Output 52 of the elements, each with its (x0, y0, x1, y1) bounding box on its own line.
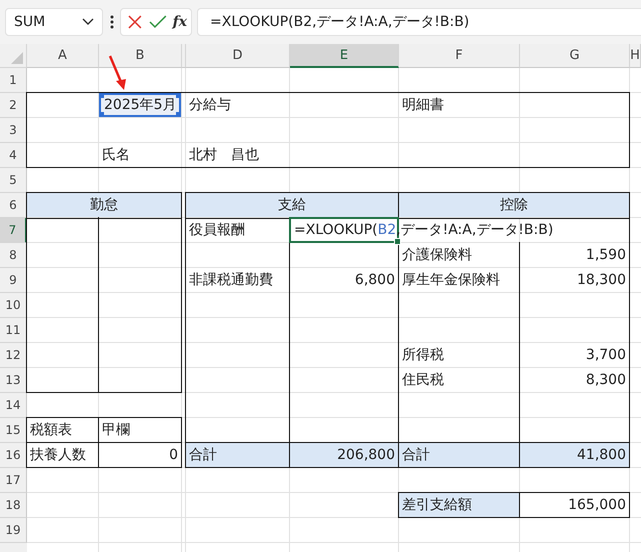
table-cell-text: 明細書 (401, 96, 445, 115)
table-cell-text: 18,300 (576, 271, 627, 290)
cancel-icon[interactable] (127, 14, 143, 30)
table-cell-text: 北村 昌也 (188, 146, 260, 165)
column-header[interactable]: G (520, 44, 630, 68)
table-cell-text: 165,000 (567, 496, 627, 515)
column-header[interactable]: D (186, 44, 290, 68)
table-cell-text: 8,300 (584, 371, 627, 390)
table-cell: 合計 (399, 443, 519, 467)
column-header[interactable]: A (27, 44, 99, 68)
more-icon[interactable] (110, 15, 114, 29)
table-cell-text: 非課税通勤費 (188, 271, 274, 290)
cell-editor[interactable]: =XLOOKUP(B2,データ!A:A,データ!B:B) (290, 218, 640, 242)
table-cell-text: 役員報酬 (188, 221, 246, 240)
table-cell-text: 税額表 (29, 421, 73, 440)
table-cell[interactable]: 2025年5月 (99, 93, 181, 117)
table-cell: 控除 (399, 193, 629, 217)
table-cell-text: 所得税 (401, 346, 445, 365)
table-cell-text: 氏名 (101, 146, 131, 165)
row-header[interactable]: 7 (0, 218, 27, 243)
row-header[interactable]: 19 (0, 518, 27, 543)
table-cell-text: 3,700 (584, 346, 627, 365)
table-cell: 合計 (186, 443, 289, 467)
table-cell: 支給 (186, 193, 398, 217)
chevron-down-icon[interactable] (82, 18, 94, 26)
table-cell: 差引支給額 (399, 493, 519, 517)
arrow (108, 55, 128, 91)
table-cell-text: 住民税 (401, 371, 445, 390)
table-cell-text: 甲欄 (101, 421, 131, 440)
table-cell: 206,800 (290, 443, 398, 467)
row-header[interactable]: 17 (0, 468, 27, 493)
row-header[interactable]: 5 (0, 168, 27, 193)
row-header[interactable]: 18 (0, 493, 27, 518)
table-cell-text: 6,800 (354, 271, 396, 290)
formula-field[interactable]: =XLOOKUP(B2,データ!A:A,データ!B:B) (197, 8, 641, 36)
table-cell-text: 分給与 (188, 96, 232, 115)
name-box[interactable]: SUM (5, 8, 103, 36)
table-cell: 41,800 (520, 443, 629, 467)
column-header[interactable]: H (630, 44, 641, 68)
column-header[interactable]: B (99, 44, 182, 68)
table-cell-text: 扶養人数 (29, 446, 87, 465)
table-cell-text: 介護保険料 (401, 246, 473, 265)
check-icon[interactable] (148, 14, 167, 30)
row-header[interactable]: 1 (0, 68, 27, 93)
row-header[interactable]: 14 (0, 393, 27, 418)
table-cell: 勤怠 (27, 193, 181, 217)
table-cell-text: 1,590 (584, 246, 627, 265)
table-cell-text: 厚生年金保険料 (401, 271, 501, 290)
column-header[interactable]: F (399, 44, 520, 68)
column-header[interactable]: E (290, 44, 399, 68)
insert-function-button[interactable]: fx (172, 14, 187, 30)
table-cell-text: 0 (168, 446, 179, 465)
